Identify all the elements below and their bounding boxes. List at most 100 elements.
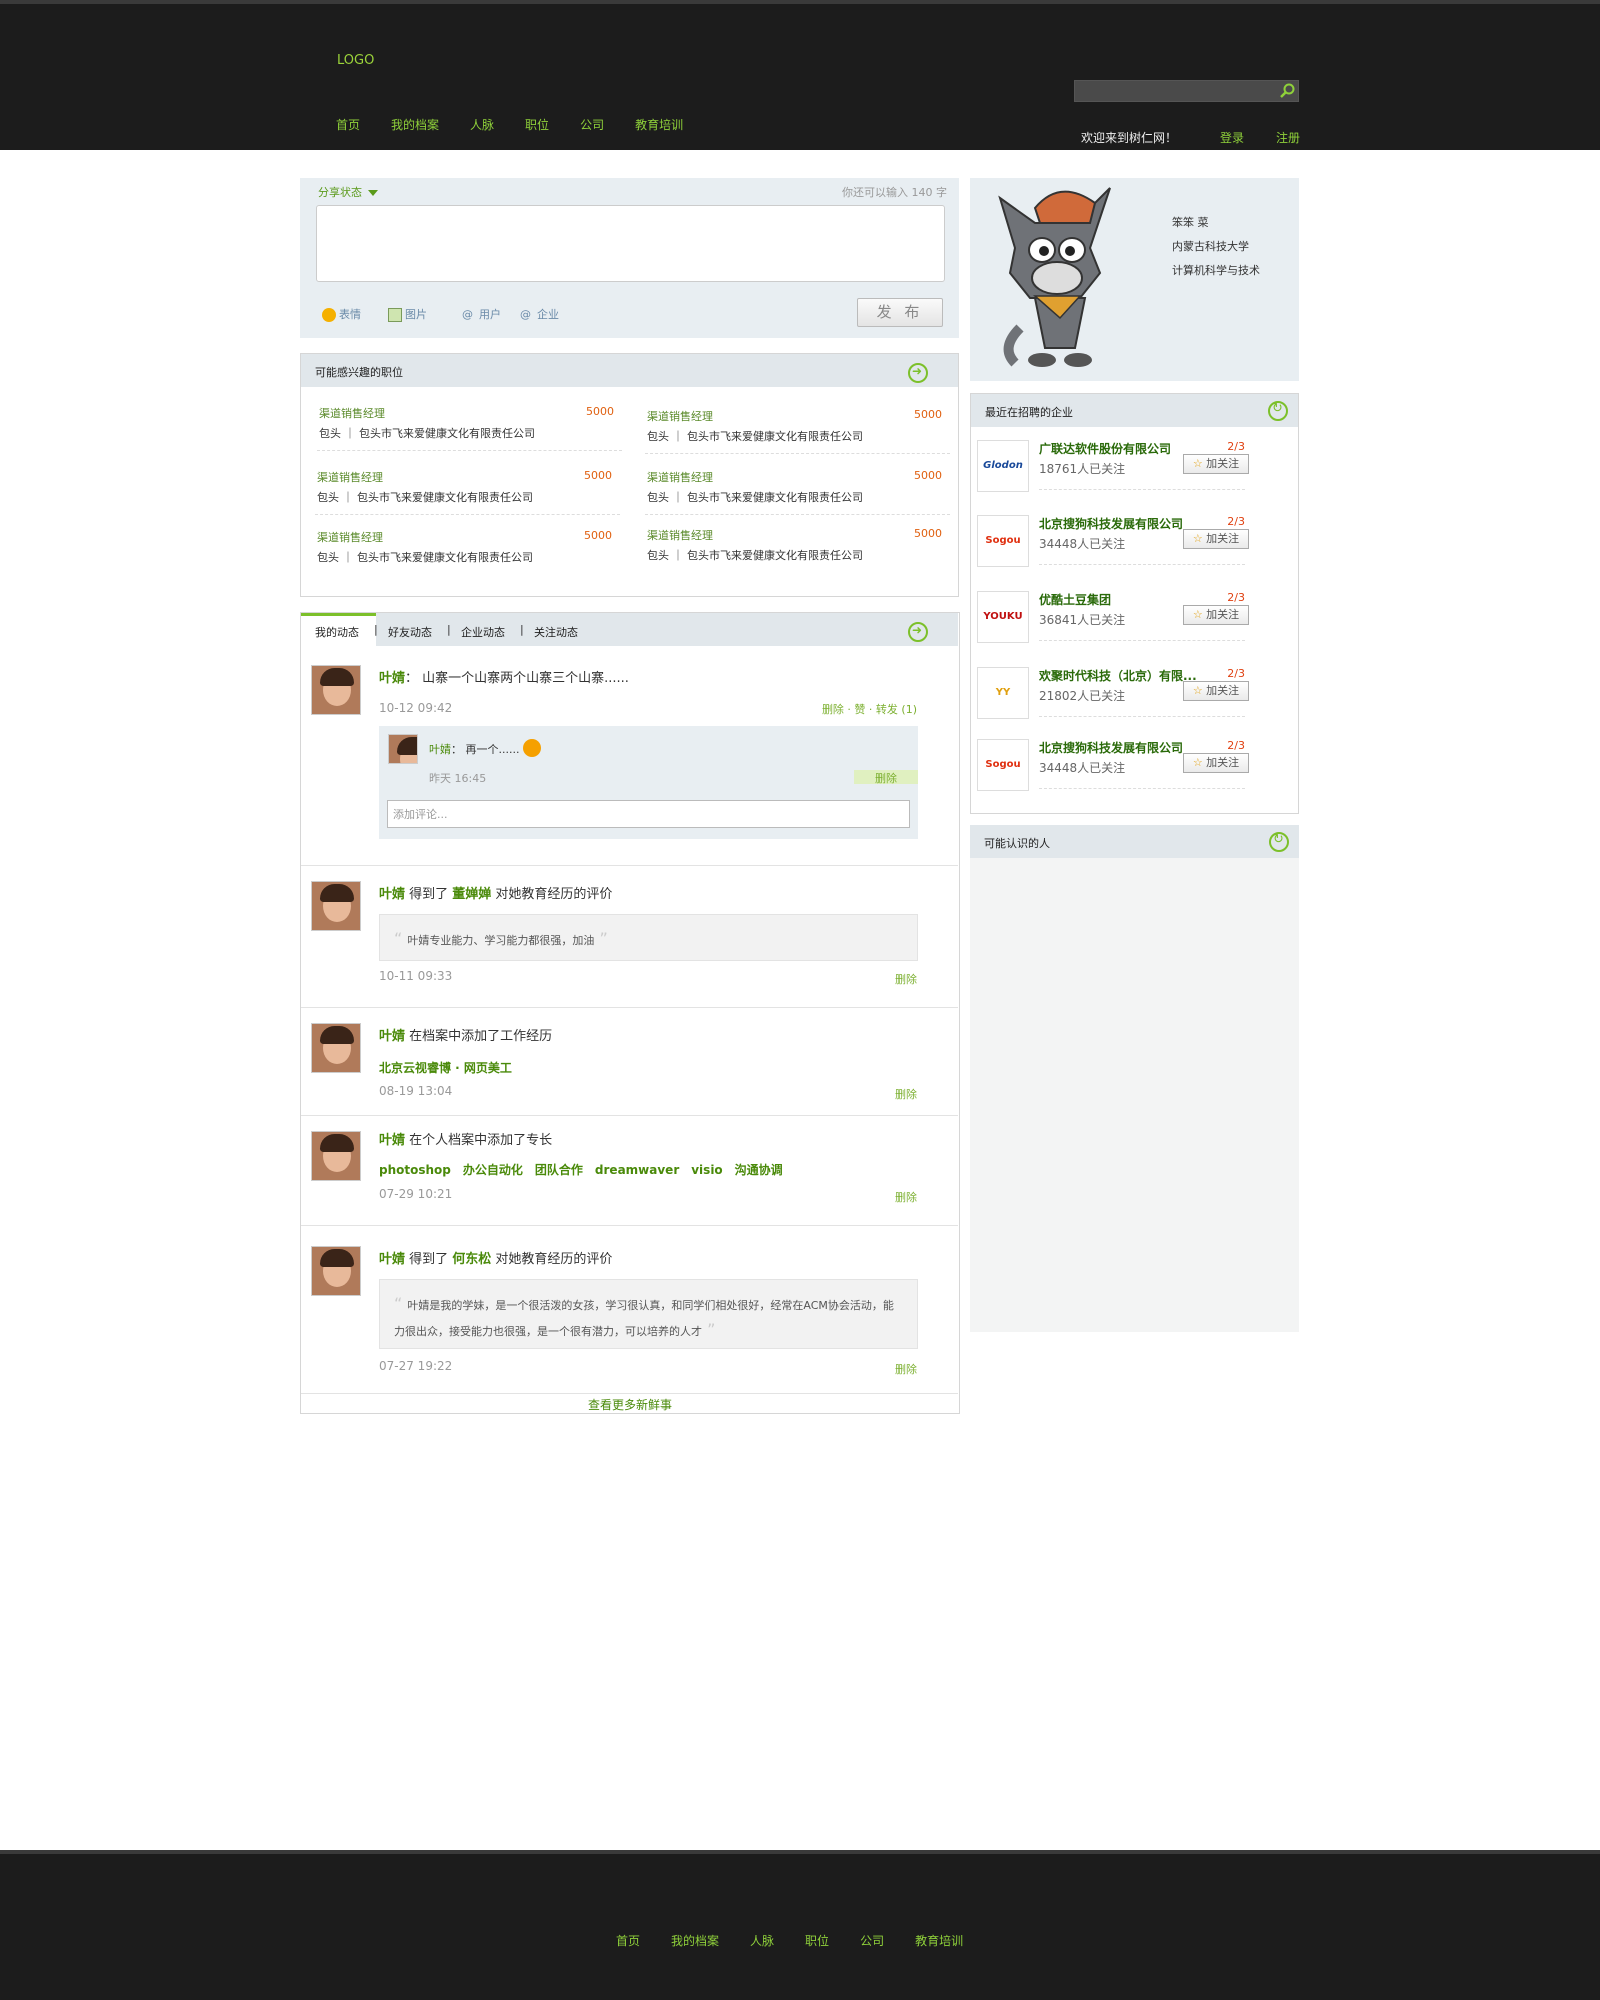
nav-jobs[interactable]: 职位: [525, 116, 549, 133]
follow-button[interactable]: ☆ 加关注: [1183, 529, 1249, 549]
company-logo[interactable]: Glodon: [977, 440, 1029, 492]
tab-friends-activity[interactable]: 好友动态: [388, 624, 432, 640]
nav-home[interactable]: 首页: [336, 116, 360, 133]
user-name[interactable]: 叶婧: [379, 671, 405, 686]
feed-text: ： 山寨一个山寨两个山寨三个山寨......: [405, 671, 629, 686]
delete-link[interactable]: 删除: [895, 1189, 917, 1205]
refresh-icon[interactable]: [1269, 832, 1289, 852]
reviewer-name[interactable]: 何东松: [452, 1252, 491, 1267]
image-tool[interactable]: 图片: [388, 306, 427, 322]
avatar[interactable]: [311, 1023, 361, 1073]
refresh-icon[interactable]: [1268, 401, 1288, 421]
company-logo[interactable]: YY: [977, 667, 1029, 719]
company-name[interactable]: 北京搜狗科技发展有限公司: [1039, 739, 1183, 756]
footer-nav-profile[interactable]: 我的档案: [671, 1932, 719, 1949]
job-title[interactable]: 渠道销售经理: [647, 527, 713, 543]
share-status-box: 分享状态 你还可以输入 140 字 表情 图片 @ 用户 @ 企业 发 布: [300, 178, 959, 338]
tab-company-activity[interactable]: 企业动态: [461, 624, 505, 640]
delete-link[interactable]: 删除: [895, 1361, 917, 1377]
nav-companies[interactable]: 公司: [580, 116, 604, 133]
status-textarea[interactable]: [316, 205, 945, 282]
site-logo[interactable]: LOGO: [337, 53, 374, 68]
share-status-dropdown[interactable]: 分享状态: [318, 184, 378, 200]
footer-nav-companies[interactable]: 公司: [860, 1932, 884, 1949]
feed-time: 08-19 13:04: [379, 1084, 453, 1098]
skill-tag[interactable]: photoshop: [379, 1163, 451, 1177]
skill-tag[interactable]: dreamwaver: [595, 1163, 679, 1177]
avatar[interactable]: [311, 665, 361, 715]
job-title[interactable]: 渠道销售经理: [319, 405, 385, 421]
user-name[interactable]: 叶婧: [379, 1029, 405, 1044]
company-name[interactable]: 北京搜狗科技发展有限公司: [1039, 515, 1183, 532]
search-input[interactable]: [1074, 80, 1299, 102]
skill-tag[interactable]: 沟通协调: [735, 1163, 783, 1177]
job-item[interactable]: 渠道销售经理 5000 包头 ｜ 包头市飞来爱健康文化有限责任公司: [645, 519, 950, 573]
main-nav: 首页 我的档案 人脉 职位 公司 教育培训: [336, 116, 714, 133]
company-name[interactable]: 广联达软件股份有限公司: [1039, 440, 1171, 457]
arrow-right-icon[interactable]: [908, 622, 928, 642]
delete-link[interactable]: 删除: [895, 1086, 917, 1102]
company-name[interactable]: 欢聚时代科技（北京）有限...: [1039, 667, 1197, 684]
nav-profile[interactable]: 我的档案: [391, 116, 439, 133]
company-logo[interactable]: YOUKU: [977, 591, 1029, 643]
job-item[interactable]: 渠道销售经理 5000 包头 ｜ 包头市飞来爱健康文化有限责任公司: [645, 400, 950, 454]
delete-link[interactable]: 删除: [895, 971, 917, 987]
user-name[interactable]: 叶婧: [429, 743, 451, 756]
nav-network[interactable]: 人脉: [470, 116, 494, 133]
search-icon[interactable]: [1278, 82, 1296, 100]
reviewer-name[interactable]: 董婵婵: [452, 887, 491, 902]
job-item[interactable]: 渠道销售经理 5000 包头 ｜ 包头市飞来爱健康文化有限责任公司: [645, 461, 950, 515]
job-title[interactable]: 渠道销售经理: [647, 469, 713, 485]
footer-nav-network[interactable]: 人脉: [750, 1932, 774, 1949]
follow-button[interactable]: ☆ 加关注: [1183, 753, 1249, 773]
follow-button[interactable]: ☆ 加关注: [1183, 681, 1249, 701]
image-tool-label: 图片: [405, 308, 427, 321]
job-title[interactable]: 渠道销售经理: [317, 529, 383, 545]
job-title[interactable]: 渠道销售经理: [317, 469, 383, 485]
feed-text-suffix: 对她教育经历的评价: [491, 887, 613, 902]
comment-input[interactable]: 添加评论...: [387, 800, 910, 828]
footer-nav-home[interactable]: 首页: [616, 1932, 640, 1949]
skill-tag[interactable]: 办公自动化: [463, 1163, 523, 1177]
feed-actions[interactable]: 删除 · 赞 · 转发 (1): [822, 701, 917, 717]
company-logo[interactable]: Sogou: [977, 739, 1029, 791]
avatar[interactable]: [980, 178, 1130, 378]
user-name[interactable]: 叶婧: [379, 887, 405, 902]
people-title: 可能认识的人: [984, 837, 1050, 850]
login-link[interactable]: 登录: [1220, 129, 1244, 146]
footer-nav-education[interactable]: 教育培训: [915, 1932, 963, 1949]
user-name[interactable]: 叶婧: [379, 1133, 405, 1148]
avatar[interactable]: [311, 1246, 361, 1296]
delete-link[interactable]: 删除: [854, 770, 918, 785]
mention-company-tool[interactable]: @ 企业: [520, 306, 559, 322]
follow-button[interactable]: ☆ 加关注: [1183, 454, 1249, 474]
company-logo[interactable]: Sogou: [977, 515, 1029, 567]
people-header: 可能认识的人: [970, 825, 1299, 858]
work-experience[interactable]: 北京云视睿博 · 网页美工: [379, 1059, 512, 1076]
user-name[interactable]: 叶婧: [379, 1252, 405, 1267]
job-item[interactable]: 渠道销售经理 5000 包头 ｜ 包头市飞来爱健康文化有限责任公司: [315, 521, 620, 575]
job-item[interactable]: 渠道销售经理 5000 包头 ｜ 包头市飞来爱健康文化有限责任公司: [315, 461, 620, 515]
emoji-tool[interactable]: 表情: [322, 306, 361, 322]
skill-tag[interactable]: visio: [691, 1163, 722, 1177]
skill-tag[interactable]: 团队合作: [535, 1163, 583, 1177]
tab-following-activity[interactable]: 关注动态: [534, 624, 578, 640]
tab-my-activity[interactable]: 我的动态: [315, 624, 359, 640]
avatar[interactable]: [311, 1131, 361, 1181]
avatar[interactable]: [311, 881, 361, 931]
follow-button[interactable]: ☆ 加关注: [1183, 605, 1249, 625]
job-title[interactable]: 渠道销售经理: [647, 408, 713, 424]
arrow-right-icon[interactable]: [908, 363, 928, 383]
footer-nav-jobs[interactable]: 职位: [805, 1932, 829, 1949]
feed-text: 在个人档案中添加了专长: [405, 1133, 553, 1148]
register-link[interactable]: 注册: [1276, 129, 1300, 146]
load-more-link[interactable]: 查看更多新鲜事: [301, 1396, 959, 1413]
company-name[interactable]: 优酷土豆集团: [1039, 591, 1111, 608]
jobs-title: 可能感兴趣的职位: [315, 366, 403, 379]
post-button[interactable]: 发 布: [857, 298, 943, 327]
nav-education[interactable]: 教育培训: [635, 116, 683, 133]
avatar[interactable]: [388, 734, 418, 764]
mention-user-tool[interactable]: @ 用户: [462, 306, 501, 322]
job-item[interactable]: 渠道销售经理 5000 包头 ｜ 包头市飞来爱健康文化有限责任公司: [317, 397, 622, 451]
profile-name[interactable]: 笨笨 菜: [1172, 214, 1209, 230]
